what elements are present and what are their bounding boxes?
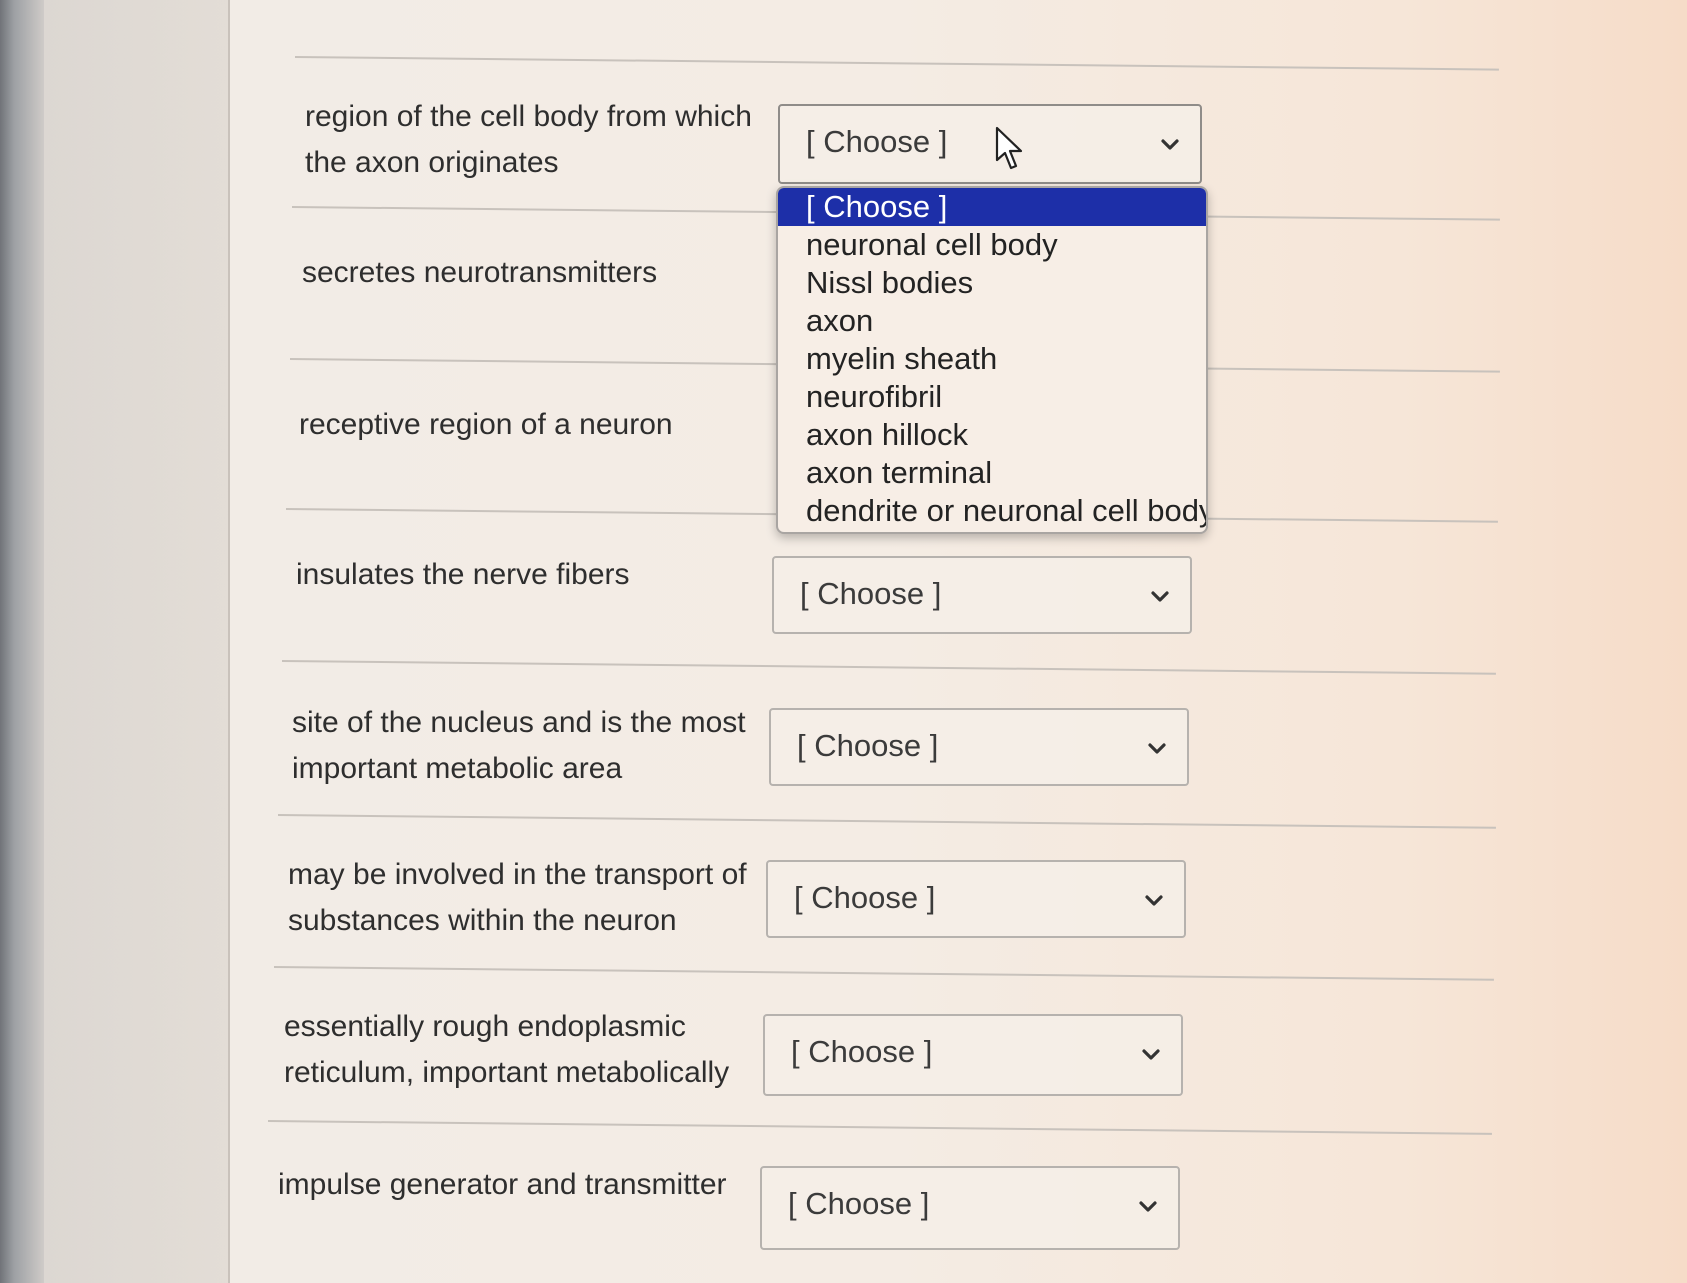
select-value: [ Choose ] — [797, 728, 939, 763]
chevron-down-icon — [1148, 743, 1166, 754]
dropdown-option[interactable]: neurofibril — [778, 378, 1206, 416]
prompt-line: insulates the nerve fibers — [296, 558, 630, 591]
prompt-line: secretes neurotransmitters — [302, 256, 658, 289]
matching-prompt: impulse generator and transmitter — [278, 1162, 748, 1208]
select-value: [ Choose ] — [788, 1186, 930, 1221]
answer-select[interactable]: [ Choose ] — [769, 708, 1189, 786]
matching-prompt: region of the cell body from which the a… — [305, 94, 775, 186]
prompt-line: impulse generator and transmitter — [278, 1168, 727, 1201]
prompt-line: reticulum, important metabolically — [284, 1056, 730, 1089]
prompt-line: site of the nucleus and is the most — [292, 706, 746, 739]
select-value: [ Choose ] — [791, 1034, 933, 1069]
select-value: [ Choose ] — [800, 576, 942, 611]
answer-select[interactable]: [ Choose ] — [772, 556, 1192, 634]
matching-prompt: essentially rough endoplasmic reticulum,… — [284, 1004, 754, 1096]
dropdown-options-list: [ Choose ] neuronal cell body Nissl bodi… — [776, 186, 1208, 534]
chevron-down-icon — [1139, 1201, 1157, 1212]
chevron-down-icon — [1151, 591, 1169, 602]
matching-prompt: may be involved in the transport of subs… — [288, 852, 758, 944]
dropdown-option[interactable]: [ Choose ] — [778, 188, 1206, 226]
answer-select[interactable]: [ Choose ] — [766, 860, 1186, 938]
matching-prompt: site of the nucleus and is the most impo… — [292, 700, 762, 792]
prompt-line: region of the cell body from which — [305, 100, 752, 133]
dropdown-option[interactable]: dendrite or neuronal cell body — [778, 492, 1206, 530]
matching-prompt: receptive region of a neuron — [299, 402, 769, 448]
dropdown-option[interactable]: myelin sheath — [778, 340, 1206, 378]
chevron-down-icon — [1142, 1049, 1160, 1060]
answer-select[interactable]: [ Choose ] — [763, 1014, 1183, 1096]
select-value: [ Choose ] — [794, 880, 936, 915]
prompt-line: essentially rough endoplasmic — [284, 1010, 686, 1043]
answer-select[interactable]: [ Choose ] — [760, 1166, 1180, 1250]
chevron-down-icon — [1161, 139, 1179, 150]
dropdown-option[interactable]: axon hillock — [778, 416, 1206, 454]
select-value: [ Choose ] — [806, 124, 948, 159]
answer-select[interactable]: [ Choose ] — [778, 104, 1202, 184]
prompt-line: the axon originates — [305, 146, 559, 179]
dropdown-option[interactable]: neuronal cell body — [778, 226, 1206, 264]
prompt-line: may be involved in the transport of — [288, 858, 747, 891]
dropdown-option[interactable]: axon — [778, 302, 1206, 340]
dropdown-option[interactable]: axon terminal — [778, 454, 1206, 492]
prompt-line: important metabolic area — [292, 752, 623, 785]
matching-prompt: insulates the nerve fibers — [296, 552, 766, 598]
prompt-line: substances within the neuron — [288, 904, 677, 937]
matching-prompt: secretes neurotransmitters — [302, 250, 772, 296]
dropdown-option[interactable]: Nissl bodies — [778, 264, 1206, 302]
chevron-down-icon — [1145, 895, 1163, 906]
prompt-line: receptive region of a neuron — [299, 408, 673, 441]
mouse-pointer-icon — [995, 126, 1023, 170]
screen-bezel — [0, 0, 44, 1283]
